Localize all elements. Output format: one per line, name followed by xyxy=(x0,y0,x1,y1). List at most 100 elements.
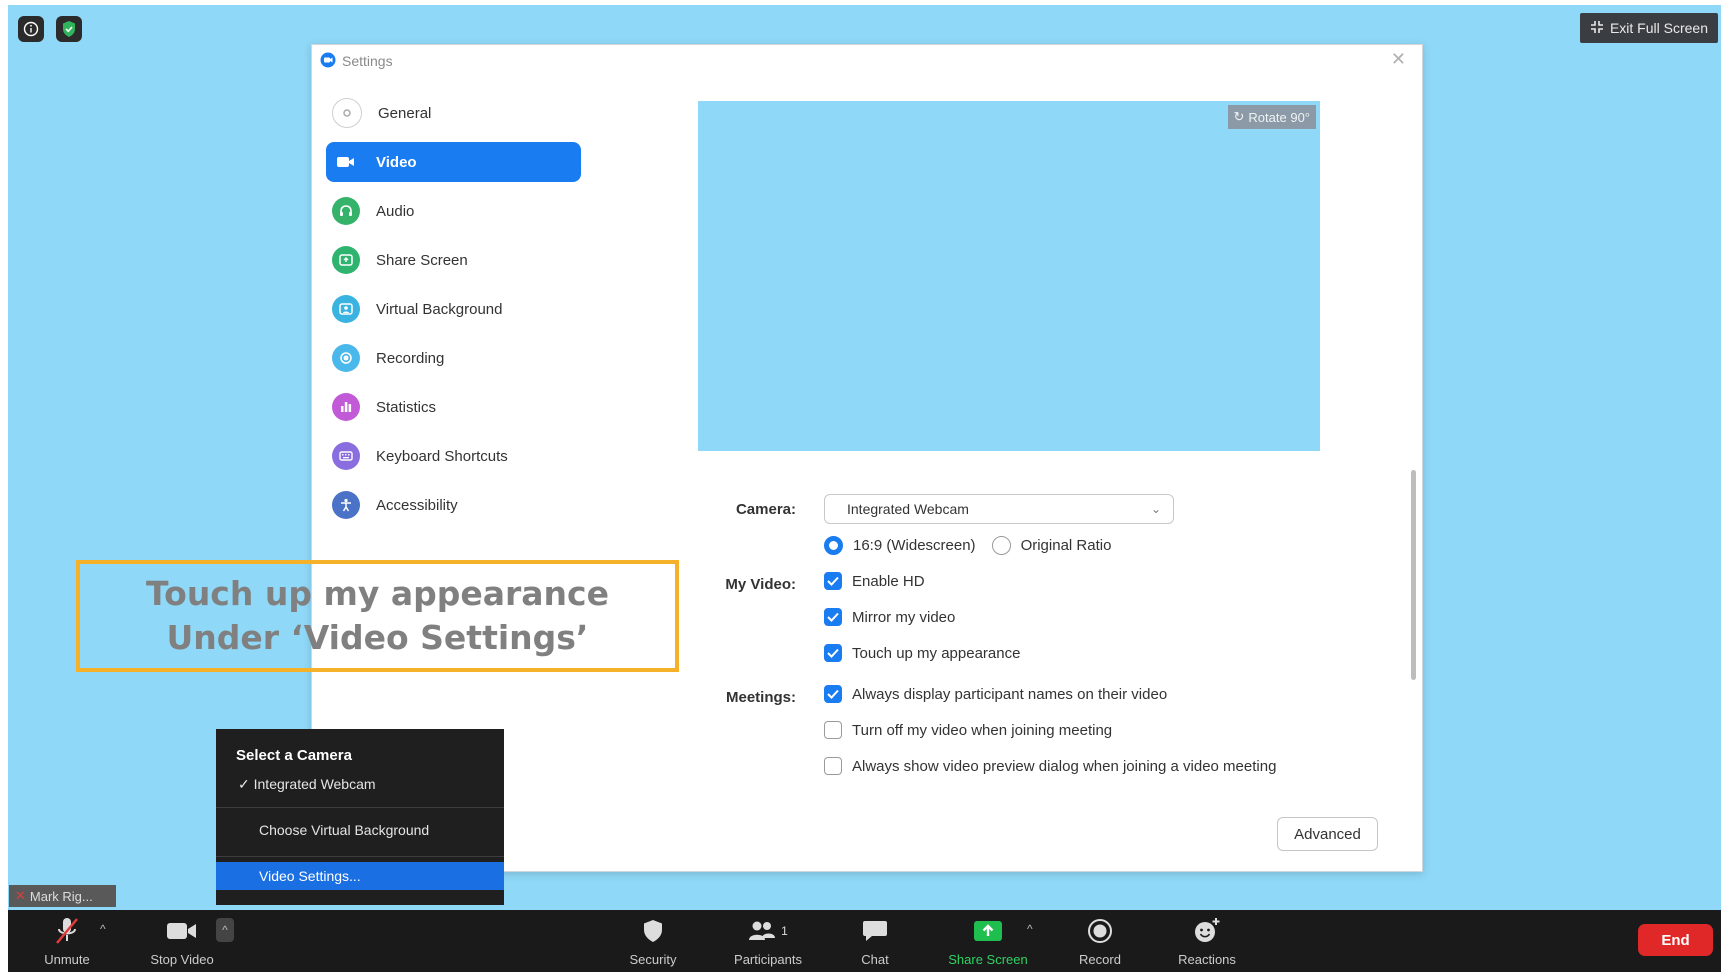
chat-label: Chat xyxy=(861,952,889,967)
participant-name: Mark Rig... xyxy=(29,888,93,904)
smiley-plus-icon xyxy=(1193,914,1221,948)
ratio-options: 16:9 (Widescreen) Original Ratio xyxy=(824,536,1111,555)
share-screen-arrow-icon xyxy=(973,914,1003,948)
security-label: Security xyxy=(629,952,677,967)
menu-divider xyxy=(216,807,504,808)
info-icon[interactable] xyxy=(18,16,44,42)
keyboard-icon xyxy=(332,442,360,470)
enable-hd-label: Enable HD xyxy=(852,572,925,590)
stop-video-label: Stop Video xyxy=(150,952,214,967)
radio-original-ratio-label: Original Ratio xyxy=(1020,537,1112,554)
camera-menu-item-webcam[interactable]: ✓ Integrated Webcam xyxy=(238,776,376,793)
camera-menu-item-virtual-background[interactable]: Choose Virtual Background xyxy=(259,822,429,838)
annotation-line-2: Under ‘Video Settings’ xyxy=(166,618,589,657)
share-screen-label: Share Screen xyxy=(948,952,1028,967)
sidebar-item-label: Accessibility xyxy=(376,496,458,514)
muted-microphone-icon xyxy=(54,914,80,948)
share-options-caret-icon[interactable]: ^ xyxy=(1027,922,1033,936)
sidebar-item-statistics[interactable]: Statistics xyxy=(326,387,581,427)
exit-full-screen-icon xyxy=(1590,20,1604,37)
option-turn-off-video[interactable]: Turn off my video when joining meeting xyxy=(824,721,1112,739)
end-meeting-button[interactable]: End xyxy=(1638,924,1713,956)
video-camera-icon xyxy=(332,148,360,176)
option-show-preview[interactable]: Always show video preview dialog when jo… xyxy=(824,757,1276,775)
audio-options-caret-icon[interactable]: ^ xyxy=(100,922,106,936)
bar-chart-icon xyxy=(332,393,360,421)
sidebar-item-audio[interactable]: Audio xyxy=(326,191,581,231)
turn-off-video-label: Turn off my video when joining meeting xyxy=(852,721,1113,739)
settings-sidebar: General Video Audio Share Screen Virtual… xyxy=(326,93,581,534)
checkbox-show-preview[interactable] xyxy=(824,757,842,775)
muted-mic-icon: ✕ xyxy=(15,888,26,903)
my-video-label: My Video: xyxy=(725,576,796,593)
scrollbar[interactable] xyxy=(1411,470,1416,680)
settings-title-bar: Settings xyxy=(320,51,393,71)
sidebar-item-share-screen[interactable]: Share Screen xyxy=(326,240,581,280)
checkbox-turn-off-video[interactable] xyxy=(824,721,842,739)
checkbox-enable-hd[interactable] xyxy=(824,572,842,590)
camera-menu-header: Select a Camera xyxy=(236,747,352,764)
sidebar-item-keyboard-shortcuts[interactable]: Keyboard Shortcuts xyxy=(326,436,581,476)
option-mirror-video[interactable]: Mirror my video xyxy=(824,608,955,626)
camera-select-value: Integrated Webcam xyxy=(847,501,969,517)
shield-icon xyxy=(642,914,664,948)
sidebar-item-recording[interactable]: Recording xyxy=(326,338,581,378)
rotate-icon: ↻ xyxy=(1233,109,1245,124)
record-icon xyxy=(1087,914,1113,948)
sidebar-item-label: Statistics xyxy=(376,398,437,416)
sidebar-item-general[interactable]: General xyxy=(326,93,581,133)
record-icon xyxy=(332,344,360,372)
checkbox-display-names[interactable] xyxy=(824,685,842,703)
radio-widescreen[interactable] xyxy=(824,536,843,555)
security-button[interactable]: Security xyxy=(608,914,698,967)
radio-original-ratio[interactable] xyxy=(991,536,1011,555)
sidebar-item-label: Virtual Background xyxy=(376,300,503,318)
annotation-callout: Touch up my appearance Under ‘Video Sett… xyxy=(76,560,679,672)
display-names-label: Always display participant names on thei… xyxy=(852,685,1168,703)
rotate-button[interactable]: ↻ Rotate 90° xyxy=(1227,105,1316,129)
sidebar-item-virtual-background[interactable]: Virtual Background xyxy=(326,289,581,329)
person-frame-icon xyxy=(332,295,360,323)
camera-menu-item-label: Integrated Webcam xyxy=(253,776,376,792)
sidebar-item-label: Recording xyxy=(376,349,445,367)
sidebar-item-accessibility[interactable]: Accessibility xyxy=(326,485,581,525)
participant-name-tag: ✕ Mark Rig... xyxy=(9,885,116,907)
advanced-button[interactable]: Advanced xyxy=(1277,817,1378,851)
share-screen-button[interactable]: Share Screen xyxy=(943,914,1033,967)
stop-video-button[interactable]: Stop Video xyxy=(137,914,227,967)
close-icon[interactable]: ✕ xyxy=(1391,49,1406,70)
unmute-button[interactable]: Unmute xyxy=(22,914,112,967)
option-display-names[interactable]: Always display participant names on thei… xyxy=(824,685,1167,703)
chat-button[interactable]: Chat xyxy=(830,914,920,967)
exit-full-screen-button[interactable]: Exit Full Screen xyxy=(1579,13,1718,43)
unmute-label: Unmute xyxy=(44,952,90,967)
camera-select[interactable]: Integrated Webcam ⌄ xyxy=(824,494,1174,524)
touch-up-label: Touch up my appearance xyxy=(852,644,1021,662)
headphones-icon xyxy=(332,197,360,225)
sidebar-item-label: Audio xyxy=(376,202,415,220)
video-options-caret-icon[interactable]: ^ xyxy=(216,918,234,942)
participants-button[interactable]: 1 Participants xyxy=(723,914,813,967)
reactions-button[interactable]: Reactions xyxy=(1162,914,1252,967)
sidebar-item-video[interactable]: Video xyxy=(326,142,581,182)
camera-label: Camera: xyxy=(735,501,796,518)
video-camera-icon xyxy=(166,914,198,948)
camera-menu: Select a Camera ✓ Integrated Webcam Choo… xyxy=(216,729,504,905)
checkbox-mirror-video[interactable] xyxy=(824,608,842,626)
camera-menu-item-video-settings[interactable]: Video Settings... xyxy=(216,862,504,890)
radio-widescreen-label: 16:9 (Widescreen) xyxy=(853,537,976,554)
video-preview: ↻ Rotate 90° xyxy=(698,101,1320,451)
participants-icon: 1 xyxy=(748,914,788,948)
record-button[interactable]: Record xyxy=(1055,914,1145,967)
shield-check-icon[interactable] xyxy=(56,16,82,42)
gear-icon xyxy=(332,98,362,128)
checkbox-touch-up[interactable] xyxy=(824,644,842,662)
participants-label: Participants xyxy=(734,952,802,967)
annotation-line-1: Touch up my appearance xyxy=(146,574,609,613)
option-touch-up[interactable]: Touch up my appearance xyxy=(824,644,1020,662)
exit-full-screen-label: Exit Full Screen xyxy=(1609,20,1708,36)
option-enable-hd[interactable]: Enable HD xyxy=(824,572,925,590)
mirror-video-label: Mirror my video xyxy=(852,608,956,626)
sidebar-item-label: General xyxy=(378,104,432,122)
menu-divider xyxy=(216,856,504,857)
